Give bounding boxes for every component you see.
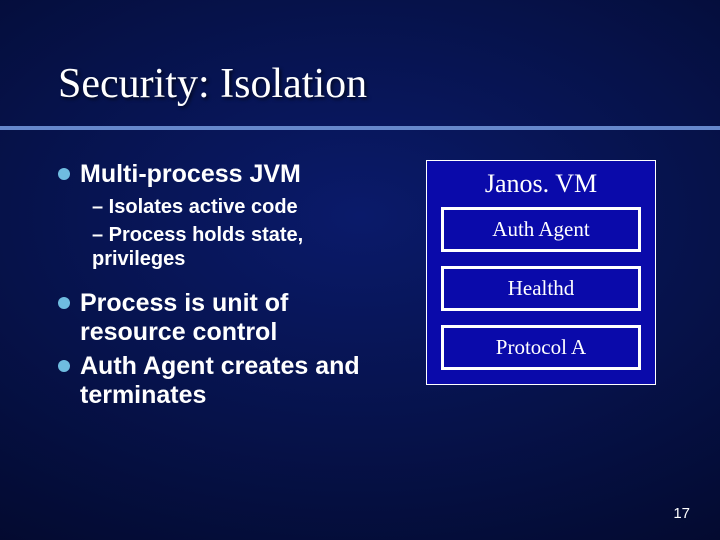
diagram-box-protocol-a: Protocol A [441, 325, 641, 370]
bullet-dot-icon [58, 297, 70, 309]
bullet-3-text: Auth Agent creates and terminates [80, 352, 378, 410]
janosvm-diagram: Janos. VM Auth Agent Healthd Protocol A [426, 160, 656, 385]
content-area: Multi-process JVM – Isolates active code… [58, 160, 378, 416]
title-underline [0, 126, 720, 130]
diagram-box-healthd: Healthd [441, 266, 641, 311]
bullet-3: Auth Agent creates and terminates [58, 352, 378, 410]
bullet-1-sub-a: – Isolates active code [92, 195, 378, 219]
bullet-1-sub-b: – Process holds state, privileges [92, 223, 378, 271]
slide-title: Security: Isolation [58, 60, 367, 108]
bullet-2-text: Process is unit of resource control [80, 289, 378, 347]
diagram-box-auth-agent: Auth Agent [441, 207, 641, 252]
page-number: 17 [673, 505, 690, 522]
bullet-dot-icon [58, 360, 70, 372]
bullet-1-text: Multi-process JVM [80, 160, 301, 189]
bullet-1: Multi-process JVM [58, 160, 378, 189]
diagram-title: Janos. VM [441, 169, 641, 199]
spacer [58, 275, 378, 289]
bullet-2: Process is unit of resource control [58, 289, 378, 347]
bullet-dot-icon [58, 168, 70, 180]
slide: Security: Isolation Multi-process JVM – … [0, 0, 720, 540]
